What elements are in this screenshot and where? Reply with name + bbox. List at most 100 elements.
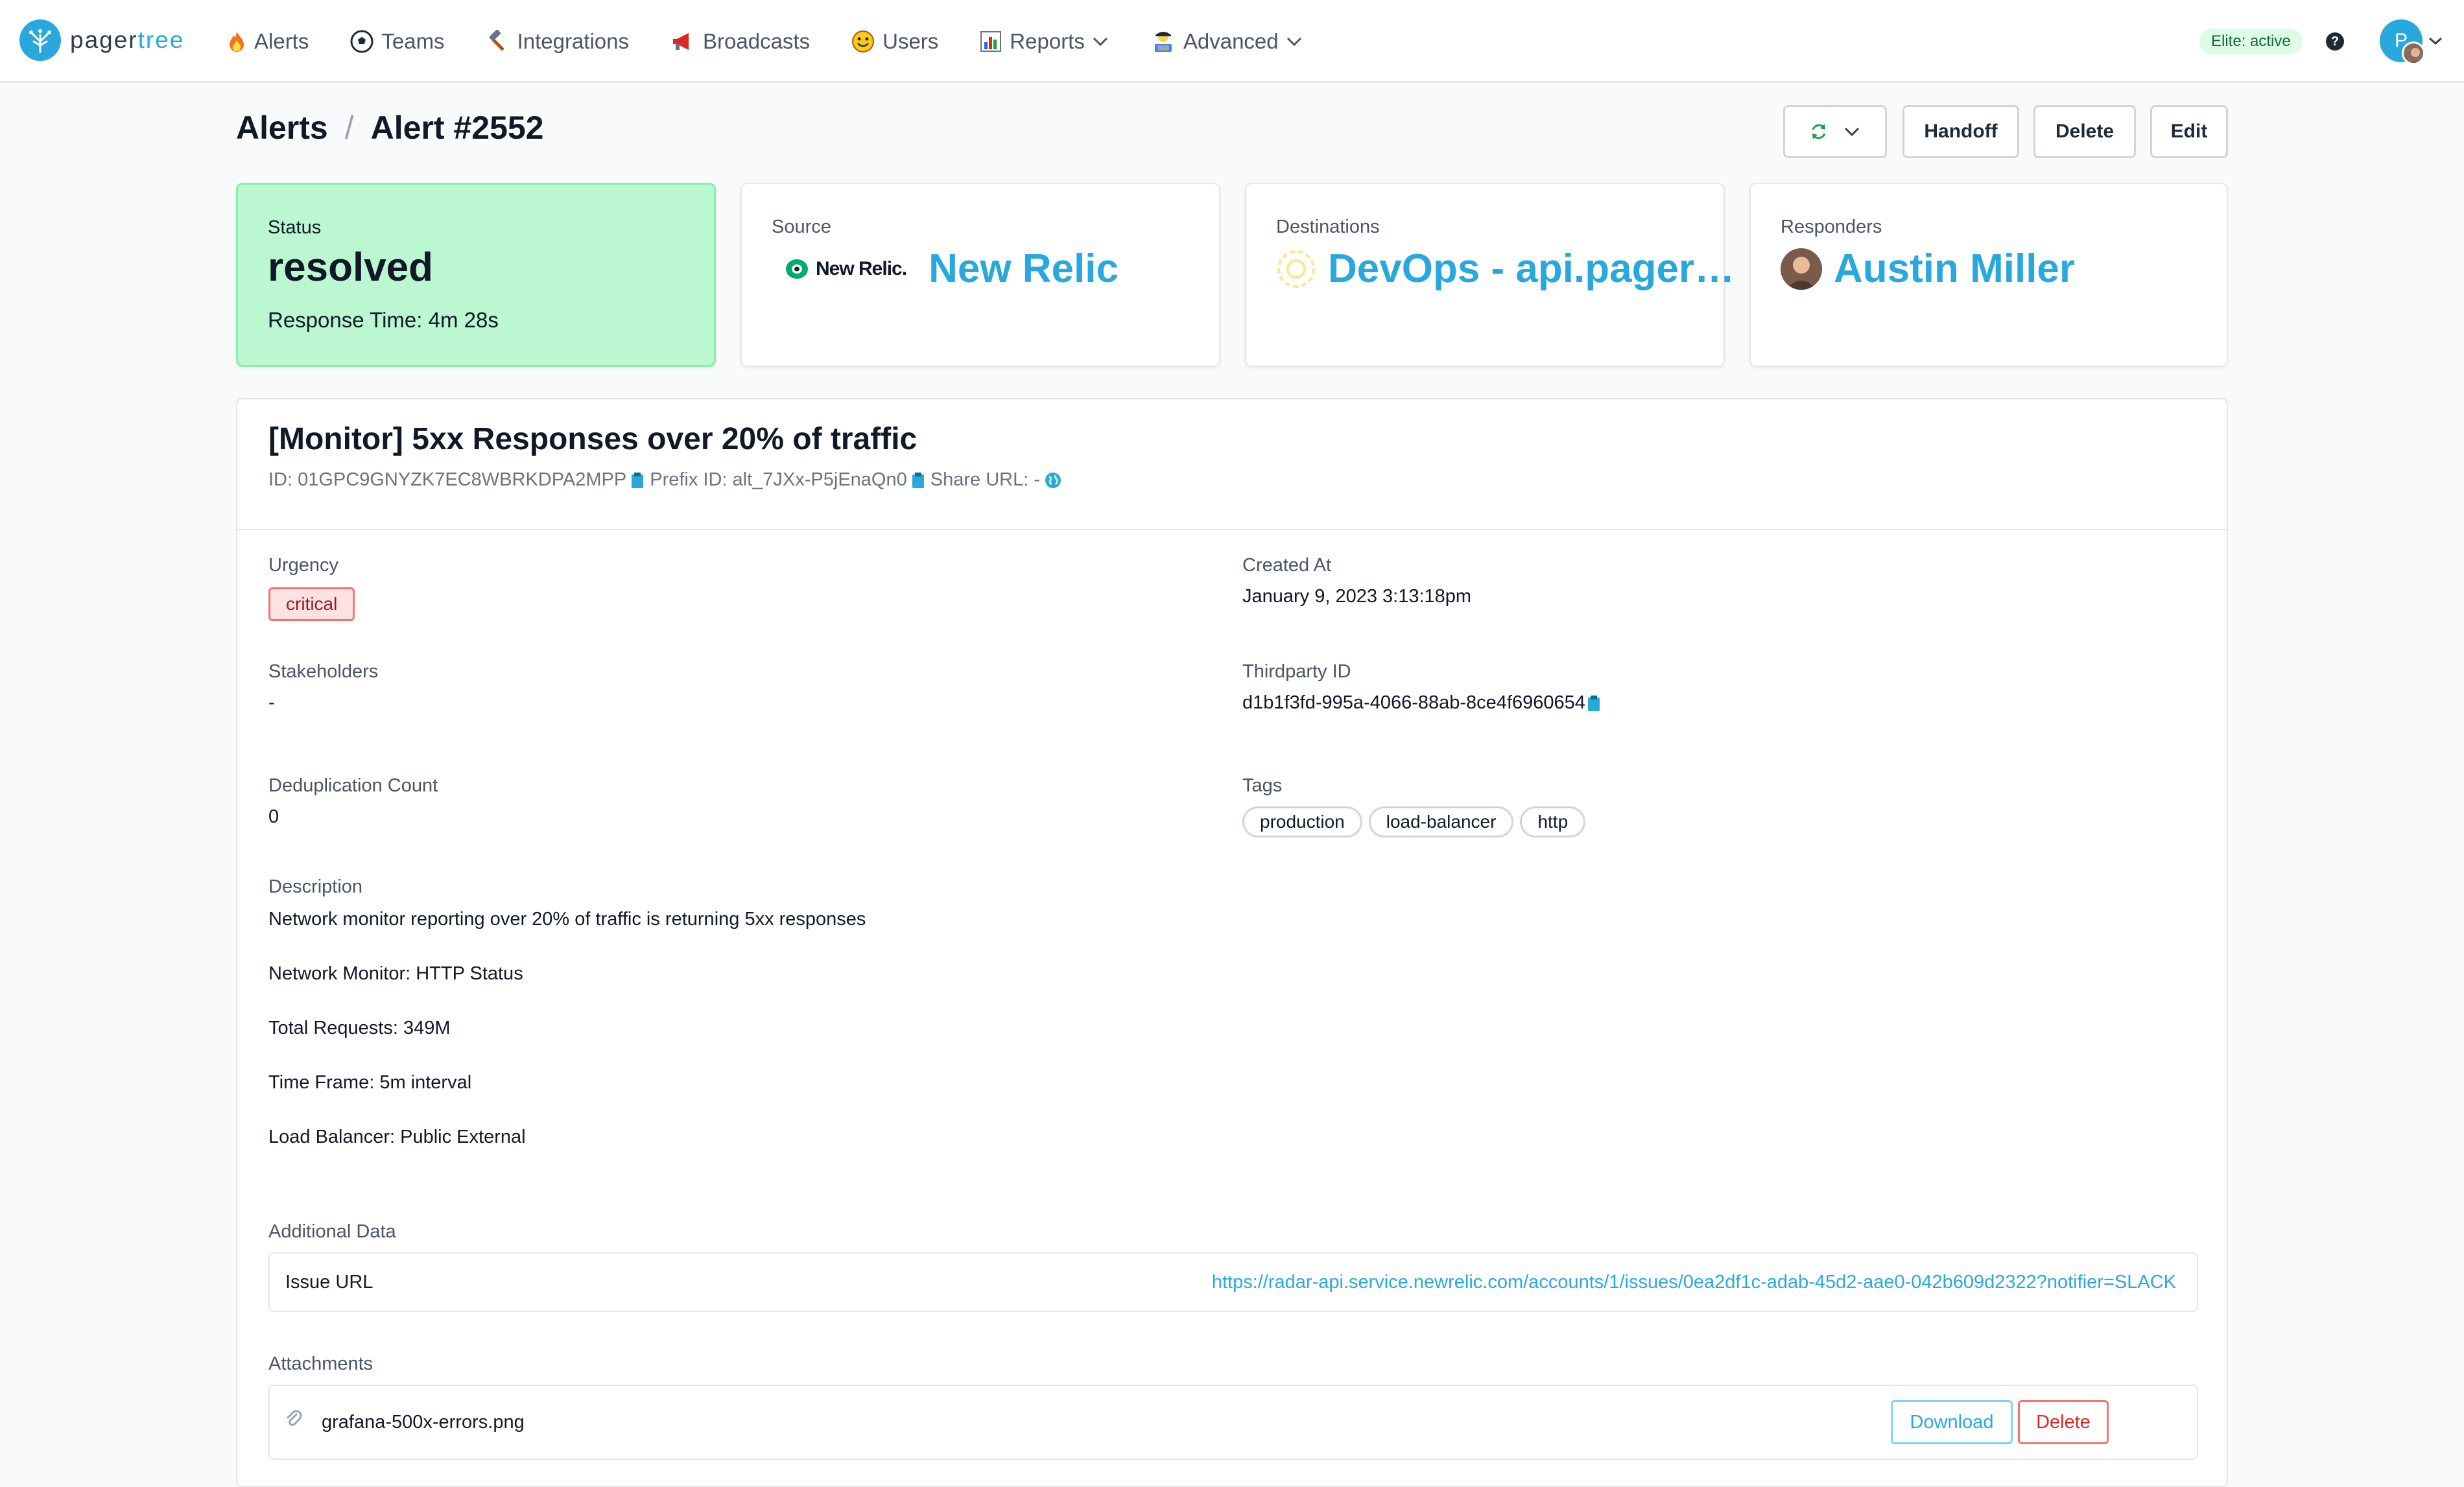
alert-detail-panel: [Monitor] 5xx Responses over 20% of traf… xyxy=(236,398,2228,1487)
megaphone-icon xyxy=(670,30,695,53)
clipboard-icon[interactable] xyxy=(1587,694,1601,712)
source-link[interactable]: New Relic. New Relic xyxy=(772,246,1119,292)
clipboard-icon[interactable] xyxy=(630,471,645,489)
destination-value: DevOps - api.pagertree.com xyxy=(1328,246,1743,291)
smiley-icon xyxy=(851,30,875,53)
chevron-down-icon xyxy=(1843,125,1861,138)
thirdparty-id-value: d1b1f3fd-995a-4066-88ab-8ce4f6960654 xyxy=(1242,692,1585,713)
breadcrumb-alerts[interactable]: Alerts xyxy=(236,109,328,146)
nav-users[interactable]: Users xyxy=(851,29,938,54)
nav-integrations[interactable]: Integrations xyxy=(486,29,629,54)
main-menu: Alerts Teams Integrations Broadcasts Use… xyxy=(227,0,1345,83)
status-value: resolved xyxy=(268,245,434,290)
destinations-card: Destinations DevOps - api.pagertree.com xyxy=(1245,183,1743,367)
globe-icon[interactable] xyxy=(1044,471,1062,489)
tag[interactable]: http xyxy=(1520,806,1586,837)
delete-button[interactable]: Delete xyxy=(2033,105,2136,158)
alert-meta: ID: 01GPC9GNYZK7EC8WBRKDPA2MPP Prefix ID… xyxy=(268,469,1067,491)
help-icon[interactable]: ? xyxy=(2326,32,2344,51)
description-line: Load Balancer: Public External xyxy=(268,1127,526,1147)
tree-logo-icon xyxy=(19,19,61,61)
additional-data-key: Issue URL xyxy=(285,1272,373,1293)
team-icon xyxy=(1276,249,1316,289)
urgency-label: Urgency xyxy=(268,555,338,576)
prefix-id: Prefix ID: alt_7JXx-P5jEnaQn0 xyxy=(650,469,907,490)
nav-users-label: Users xyxy=(883,29,939,53)
attachments-label: Attachments xyxy=(268,1353,373,1374)
urgency-badge: critical xyxy=(268,587,355,621)
fire-icon xyxy=(227,30,246,53)
hammer-icon xyxy=(486,30,510,53)
delete-attachment-button[interactable]: Delete xyxy=(2018,1400,2109,1444)
nav-broadcasts[interactable]: Broadcasts xyxy=(670,29,810,54)
chevron-down-icon xyxy=(2428,35,2443,47)
user-menu[interactable]: P xyxy=(2380,19,2443,65)
additional-data-row: Issue URL https://radar-api.service.newr… xyxy=(268,1252,2198,1312)
divider xyxy=(237,529,2227,530)
responder-name: Austin Miller xyxy=(1834,246,2076,291)
nav-advanced-label: Advanced xyxy=(1183,29,1279,53)
created-at-value: January 9, 2023 3:13:18pm xyxy=(1242,586,1472,607)
attachment-filename[interactable]: grafana-500x-errors.png xyxy=(322,1412,525,1433)
avatar-photo xyxy=(2402,41,2425,65)
top-nav: pagertree Alerts Teams Integrations Broa… xyxy=(0,0,2464,83)
stakeholders-label: Stakeholders xyxy=(268,661,379,682)
download-button[interactable]: Download xyxy=(1891,1400,2013,1444)
nav-alerts[interactable]: Alerts xyxy=(227,29,309,54)
description-line: Network monitor reporting over 20% of tr… xyxy=(268,909,866,930)
edit-button[interactable]: Edit xyxy=(2150,105,2228,158)
stakeholders-value: - xyxy=(268,692,275,713)
responder-avatar xyxy=(1781,248,1822,290)
tag[interactable]: production xyxy=(1242,806,1362,837)
nav-reports-label: Reports xyxy=(1010,29,1085,53)
description-line: Total Requests: 349M xyxy=(268,1018,451,1038)
description-line: Network Monitor: HTTP Status xyxy=(268,963,523,984)
nav-broadcasts-label: Broadcasts xyxy=(703,29,811,53)
share-url: Share URL: - xyxy=(930,469,1040,490)
nav-reports[interactable]: Reports xyxy=(980,29,1109,54)
description-label: Description xyxy=(268,876,363,897)
source-label: Source xyxy=(772,217,831,237)
plan-status-badge[interactable]: Elite: active xyxy=(2199,29,2303,54)
dedup-value: 0 xyxy=(268,806,279,827)
alert-id: ID: 01GPC9GNYZK7EC8WBRKDPA2MPP xyxy=(268,469,627,490)
response-time: Response Time: 4m 28s xyxy=(268,308,499,332)
responders-label: Responders xyxy=(1781,217,1882,237)
chevron-down-icon xyxy=(1091,35,1109,48)
nav-alerts-label: Alerts xyxy=(254,29,309,53)
pagertree-logo[interactable]: pagertree xyxy=(19,19,184,61)
thirdparty-id-label: Thirdparty ID xyxy=(1242,661,1351,682)
breadcrumb-separator: / xyxy=(344,110,354,146)
technologist-icon xyxy=(1151,30,1176,53)
status-card: Status resolved Response Time: 4m 28s xyxy=(236,183,716,367)
soccer-ball-icon xyxy=(350,30,373,53)
description-line: Time Frame: 5m interval xyxy=(268,1072,472,1093)
refresh-dropdown-button[interactable] xyxy=(1783,105,1887,158)
thirdparty-id-row: d1b1f3fd-995a-4066-88ab-8ce4f6960654 xyxy=(1242,692,1606,714)
paperclip-icon xyxy=(285,1409,302,1430)
clipboard-icon[interactable] xyxy=(911,471,925,489)
tag[interactable]: load-balancer xyxy=(1368,806,1514,837)
tag-list: production load-balancer http xyxy=(1242,806,1592,837)
created-at-label: Created At xyxy=(1242,555,1332,576)
handoff-button[interactable]: Handoff xyxy=(1902,105,2019,158)
page-title: Alert #2552 xyxy=(370,110,544,146)
source-card: Source New Relic. New Relic xyxy=(740,183,1220,367)
dedup-label: Deduplication Count xyxy=(268,775,438,796)
responders-card: Responders Austin Miller xyxy=(1749,183,2228,367)
alert-title: [Monitor] 5xx Responses over 20% of traf… xyxy=(268,422,918,456)
tags-label: Tags xyxy=(1242,775,1283,796)
responder-link[interactable]: Austin Miller xyxy=(1781,246,2075,292)
nav-teams-label: Teams xyxy=(381,29,445,53)
issue-url-link[interactable]: https://radar-api.service.newrelic.com/a… xyxy=(1212,1272,2176,1293)
attachment-row: grafana-500x-errors.png Download Delete xyxy=(268,1385,2198,1460)
destinations-label: Destinations xyxy=(1276,217,1380,237)
breadcrumb: Alerts / Alert #2552 xyxy=(236,109,544,146)
nav-advanced[interactable]: Advanced xyxy=(1151,29,1303,54)
status-label: Status xyxy=(268,217,322,238)
nav-teams[interactable]: Teams xyxy=(350,29,445,54)
source-value: New Relic xyxy=(929,246,1119,291)
chevron-down-icon xyxy=(1285,35,1303,48)
destination-link[interactable]: DevOps - api.pagertree.com xyxy=(1276,246,1743,292)
new-relic-logo: New Relic. xyxy=(785,258,907,280)
